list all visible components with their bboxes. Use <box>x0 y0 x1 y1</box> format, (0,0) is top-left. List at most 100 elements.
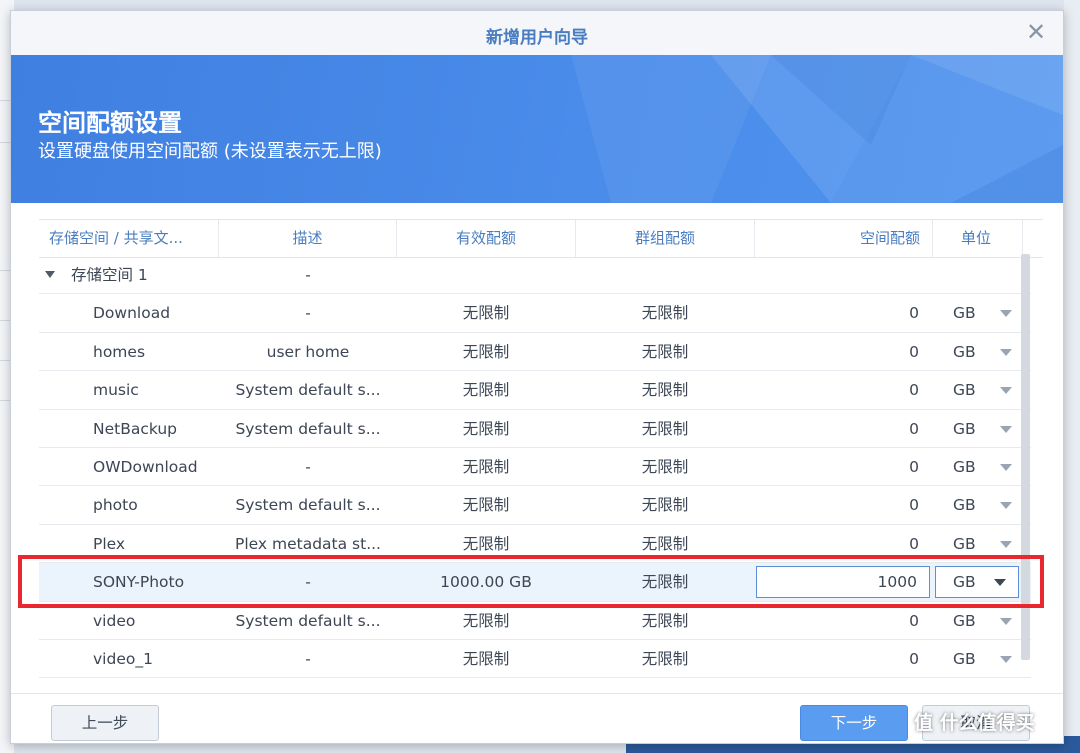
effective-quota: 无限制 <box>462 534 510 553</box>
share-description: user home <box>266 342 350 361</box>
unit-dropdown[interactable]: GB <box>933 448 1031 486</box>
group-quota: 无限制 <box>641 611 689 630</box>
share-name: NetBackup <box>93 419 178 438</box>
table-row[interactable]: NetBackup System default s... 无限制 无限制 0 GB <box>39 410 1031 448</box>
column-header-name[interactable]: 存储空间 / 共享文... <box>39 220 219 257</box>
table-row[interactable]: music System default s... 无限制 无限制 0 GB <box>39 371 1031 410</box>
space-quota[interactable]: 0 <box>755 448 933 486</box>
unit-dropdown[interactable]: GB <box>933 602 1031 640</box>
table-row[interactable]: OWDownload - 无限制 无限制 0 GB <box>39 448 1031 487</box>
table-row[interactable]: photo System default s... 无限制 无限制 0 GB <box>39 486 1031 525</box>
new-user-wizard-dialog: 新增用户向导 ✕ 空间配额设置 设置硬盘使用空间配额 (未设置表示无上限) 存储… <box>10 10 1064 744</box>
chevron-down-icon[interactable] <box>1000 310 1012 318</box>
effective-quota: 无限制 <box>462 381 510 400</box>
effective-quota: 无限制 <box>462 457 510 476</box>
watermark: 值 什么值得买 <box>914 712 1035 734</box>
chevron-down-icon[interactable] <box>1000 387 1012 395</box>
space-quota-input[interactable]: 1000 <box>756 566 930 599</box>
space-quota[interactable]: 0 <box>755 525 933 563</box>
share-description: System default s... <box>235 611 381 630</box>
group-quota: 无限制 <box>641 342 689 361</box>
effective-quota: 无限制 <box>462 649 510 668</box>
space-quota[interactable]: 0 <box>755 294 933 332</box>
close-icon[interactable]: ✕ <box>1023 19 1049 45</box>
unit-select[interactable]: GB <box>935 566 1019 599</box>
table-row[interactable]: video_1 - 无限制 无限制 0 GB <box>39 640 1031 679</box>
column-header-effective-quota[interactable]: 有效配额 <box>397 220 576 257</box>
share-description: System default s... <box>235 496 381 515</box>
share-name: music <box>93 381 139 400</box>
unit-dropdown[interactable]: GB <box>933 525 1031 563</box>
column-header-group-quota[interactable]: 群组配额 <box>576 220 755 257</box>
chevron-down-icon[interactable] <box>1000 425 1012 433</box>
unit-value: GB <box>953 534 976 553</box>
group-row[interactable]: 存储空间 1 - <box>39 256 1031 295</box>
chevron-down-icon[interactable] <box>1000 617 1012 625</box>
group-quota: 无限制 <box>641 573 689 592</box>
share-description: System default s... <box>235 381 381 400</box>
next-button[interactable]: 下一步 <box>800 705 908 741</box>
unit-dropdown[interactable]: GB <box>933 486 1031 524</box>
unit-dropdown[interactable]: GB <box>933 410 1031 448</box>
unit-value: GB <box>953 611 976 630</box>
share-description: System default s... <box>235 419 381 438</box>
chevron-down-icon[interactable] <box>1000 348 1012 356</box>
space-quota[interactable]: 0 <box>755 333 933 371</box>
page-heading: 空间配额设置 <box>38 109 182 137</box>
chevron-down-icon[interactable] <box>1000 502 1012 510</box>
effective-quota: 无限制 <box>462 419 510 438</box>
unit-dropdown[interactable]: GB <box>933 371 1031 409</box>
share-description: - <box>305 304 311 323</box>
effective-quota: 无限制 <box>462 342 510 361</box>
quota-grid: 存储空间 / 共享文... 描述 有效配额 群组配额 空间配额 单位 存储空间 … <box>39 219 1043 681</box>
group-quota: 无限制 <box>641 496 689 515</box>
chevron-down-icon[interactable] <box>1000 655 1012 663</box>
table-row[interactable]: Download - 无限制 无限制 0 GB <box>39 294 1031 333</box>
wizard-banner: 空间配额设置 设置硬盘使用空间配额 (未设置表示无上限) <box>11 55 1063 203</box>
share-description: - <box>305 649 311 668</box>
column-header-space-quota[interactable]: 空间配额 <box>755 220 933 257</box>
group-quota: 无限制 <box>641 457 689 476</box>
background-app-right <box>1064 0 1080 753</box>
unit-dropdown[interactable]: GB <box>933 333 1031 371</box>
table-row[interactable]: video System default s... 无限制 无限制 0 GB <box>39 602 1031 640</box>
page-subheading: 设置硬盘使用空间配额 (未设置表示无上限) <box>38 141 382 162</box>
share-name: video_1 <box>93 649 153 668</box>
column-header-description[interactable]: 描述 <box>219 220 397 257</box>
table-row[interactable]: SONY-Photo - 1000.00 GB 无限制 1000 GB <box>39 563 1031 602</box>
share-description: - <box>305 573 311 592</box>
unit-dropdown[interactable]: GB <box>933 640 1031 678</box>
effective-quota: 无限制 <box>462 304 510 323</box>
group-quota: 无限制 <box>641 534 689 553</box>
table-row[interactable]: homes user home 无限制 无限制 0 GB <box>39 333 1031 372</box>
share-description: - <box>305 457 311 476</box>
grid-body: 存储空间 1 - Download - 无限制 无限制 0 GB homes user hom… <box>39 256 1031 679</box>
previous-button[interactable]: 上一步 <box>51 705 159 741</box>
chevron-down-icon[interactable] <box>1000 540 1012 548</box>
space-quota[interactable]: 0 <box>755 602 933 640</box>
space-quota[interactable]: 0 <box>755 640 933 678</box>
grid-scrollbar[interactable] <box>1021 254 1030 660</box>
group-quota: 无限制 <box>641 381 689 400</box>
group-quota: 无限制 <box>641 649 689 668</box>
column-header-unit[interactable]: 单位 <box>933 220 1023 257</box>
chevron-down-icon[interactable] <box>1000 463 1012 471</box>
table-row[interactable]: Plex Plex metadata st... 无限制 无限制 0 GB <box>39 525 1031 564</box>
space-quota[interactable]: 0 <box>755 371 933 409</box>
share-name: SONY-Photo <box>93 573 185 592</box>
group-quota: 无限制 <box>641 304 689 323</box>
unit-dropdown[interactable]: GB <box>933 294 1031 332</box>
unit-value: GB <box>953 457 976 476</box>
unit-value: GB <box>953 342 976 361</box>
share-name: OWDownload <box>93 457 198 476</box>
dialog-titlebar: 新增用户向导 ✕ <box>11 11 1063 56</box>
chevron-down-icon[interactable] <box>994 579 1006 587</box>
space-quota[interactable]: 0 <box>755 486 933 524</box>
unit-value: GB <box>953 381 976 400</box>
dialog-footer: 上一步 下一步 取消 <box>11 693 1063 743</box>
group-description: - <box>305 266 311 284</box>
effective-quota: 无限制 <box>462 611 510 630</box>
grid-header: 存储空间 / 共享文... 描述 有效配额 群组配额 空间配额 单位 <box>39 219 1043 258</box>
effective-quota: 无限制 <box>462 496 510 515</box>
space-quota[interactable]: 0 <box>755 410 933 448</box>
